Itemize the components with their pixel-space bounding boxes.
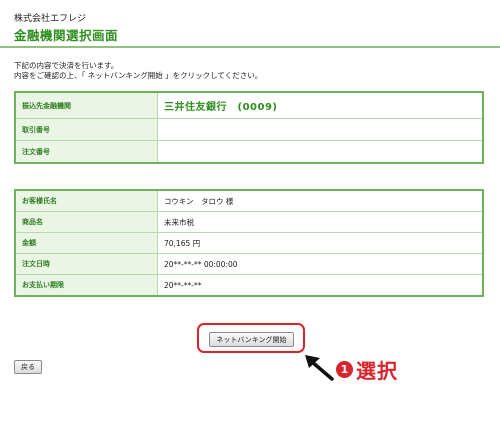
customer-name-label: お客様氏名 [14, 189, 158, 212]
page-title: 金融機関選択画面 [14, 28, 119, 43]
table-row: お客様氏名 コウキン タロウ 様 [14, 189, 484, 212]
bank-name: 三井住友銀行 (0009) [164, 102, 278, 113]
table-row: 取引番号 [14, 118, 484, 141]
back-button[interactable]: 戻る [14, 360, 42, 374]
bank-label: 振込先金融機関 [14, 91, 158, 119]
amount-value: 70,165 円 [157, 232, 484, 254]
pointer-arrow-icon [305, 355, 334, 381]
order-number-label: 注文番号 [14, 140, 158, 164]
table-row: 振込先金融機関 三井住友銀行 (0009) [14, 91, 484, 119]
table-row: 注文日時 20**-**-** 00:00:00 [14, 253, 484, 275]
bank-value: 三井住友銀行 (0009) [157, 91, 484, 119]
product-name-value: 未来市税 [157, 211, 484, 233]
company-name: 株式会社エフレジ [14, 14, 87, 24]
table-row: 金額 70,165 円 [14, 232, 484, 254]
amount-label: 金額 [14, 232, 158, 254]
bank-info-table: 振込先金融機関 三井住友銀行 (0009) 取引番号 注文番号 [14, 91, 484, 164]
select-label: 選択 [356, 359, 398, 383]
start-netbanking-button[interactable]: ネットバンキング開始 [209, 332, 294, 347]
instruction-line-2: 内容をご確認の上、「 ネットバンキング開始 」をクリックしてください。 [14, 71, 263, 80]
transaction-number-value [157, 118, 484, 141]
transaction-number-label: 取引番号 [14, 118, 158, 141]
order-number-value [157, 140, 484, 164]
instructions: 下記の内容で決済を行います。 内容をご確認の上、「 ネットバンキング開始 」をク… [14, 61, 262, 81]
payment-deadline-label: お支払い期限 [14, 274, 158, 297]
instruction-line-1: 下記の内容で決済を行います。 [14, 61, 119, 70]
table-row: お支払い期限 20**-**-** [14, 274, 484, 297]
order-info-table: お客様氏名 コウキン タロウ 様 商品名 未来市税 金額 70,165 円 注文… [14, 189, 484, 297]
table-row: 商品名 未来市税 [14, 211, 484, 233]
page-header: 株式会社エフレジ 金融機関選択画面 [14, 11, 118, 44]
product-name-label: 商品名 [14, 211, 158, 233]
select-annotation: 1 選択 [302, 352, 412, 388]
step-number-badge: 1 [336, 361, 353, 378]
order-date-label: 注文日時 [14, 253, 158, 275]
customer-name-value: コウキン タロウ 様 [157, 189, 484, 212]
payment-deadline-value: 20**-**-** [157, 274, 484, 297]
table-row: 注文番号 [14, 140, 484, 164]
header-divider [0, 46, 500, 48]
order-date-value: 20**-**-** 00:00:00 [157, 253, 484, 275]
